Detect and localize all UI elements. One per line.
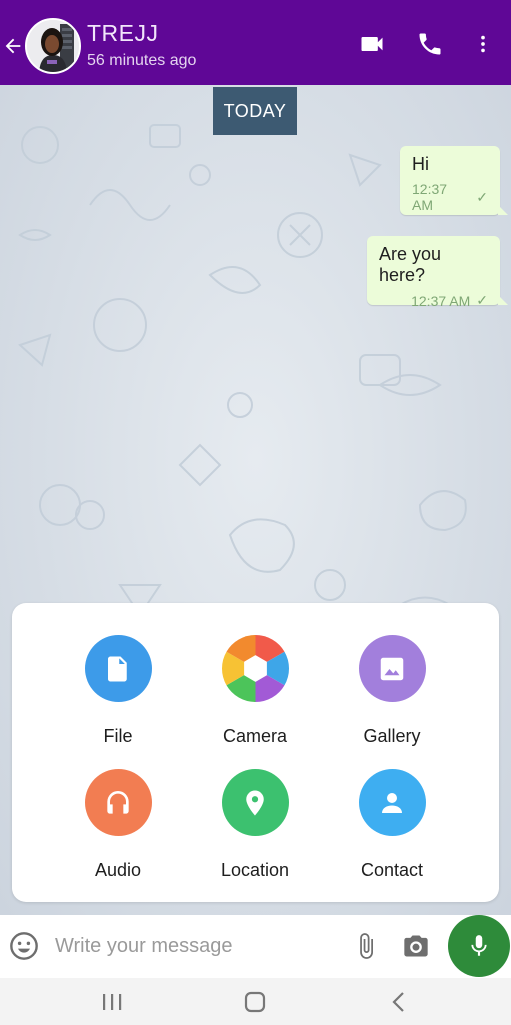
attach-label: File <box>103 726 133 746</box>
message-bubble-outgoing[interactable]: Are you here? 12:37 AM ✓ <box>367 236 508 309</box>
chat-header: TREJJ 56 minutes ago <box>0 0 511 85</box>
avatar[interactable] <box>25 18 81 74</box>
message-bubble-outgoing[interactable]: Hi 12:37 AM ✓ <box>400 146 508 215</box>
contact-name[interactable]: TREJJ <box>87 20 159 47</box>
message-input[interactable] <box>55 931 340 961</box>
camera-icon[interactable] <box>402 932 430 965</box>
file-icon <box>84 635 152 702</box>
phone-icon[interactable] <box>416 28 444 60</box>
attach-contact-button[interactable]: Contact <box>327 769 457 881</box>
microphone-button[interactable] <box>448 915 510 977</box>
microphone-icon <box>471 935 487 956</box>
camera-aperture-icon <box>221 635 289 702</box>
attach-label: Camera <box>222 726 288 746</box>
back-arrow-icon[interactable] <box>2 32 24 60</box>
last-seen-status: 56 minutes ago <box>87 52 197 69</box>
attach-audio-button[interactable]: Audio <box>53 769 183 881</box>
message-time: 12:37 AM <box>412 181 448 213</box>
system-navigation-bar <box>0 978 511 1025</box>
recent-apps-icon[interactable] <box>100 990 124 1014</box>
attachment-menu: File Camera Gallery Audio Location Conta… <box>12 603 499 902</box>
sent-check-icon: ✓ <box>476 188 488 205</box>
more-vertical-icon[interactable] <box>472 28 494 60</box>
message-text: Hi <box>412 154 429 174</box>
attach-label: Audio <box>94 860 142 880</box>
attach-label: Contact <box>360 860 424 880</box>
attach-location-button[interactable]: Location <box>190 769 320 881</box>
emoji-icon[interactable] <box>8 930 40 967</box>
attach-gallery-button[interactable]: Gallery <box>327 635 457 747</box>
attach-label: Location <box>220 860 290 880</box>
attach-label: Gallery <box>363 726 421 746</box>
headphones-icon <box>84 769 152 836</box>
message-time: 12:37 AM <box>411 292 471 309</box>
back-icon[interactable] <box>388 990 408 1014</box>
person-icon <box>358 769 426 836</box>
attach-camera-button[interactable]: Camera <box>190 635 320 747</box>
attach-file-button[interactable]: File <box>53 635 183 747</box>
message-text: Are you here? <box>379 244 442 285</box>
paperclip-icon[interactable] <box>352 931 380 966</box>
location-pin-icon <box>221 769 289 836</box>
image-icon <box>358 635 426 702</box>
sent-check-icon: ✓ <box>476 292 488 308</box>
message-composer <box>0 915 511 978</box>
date-separator: TODAY <box>213 87 297 135</box>
home-icon[interactable] <box>243 990 267 1014</box>
video-call-icon[interactable] <box>358 28 386 60</box>
